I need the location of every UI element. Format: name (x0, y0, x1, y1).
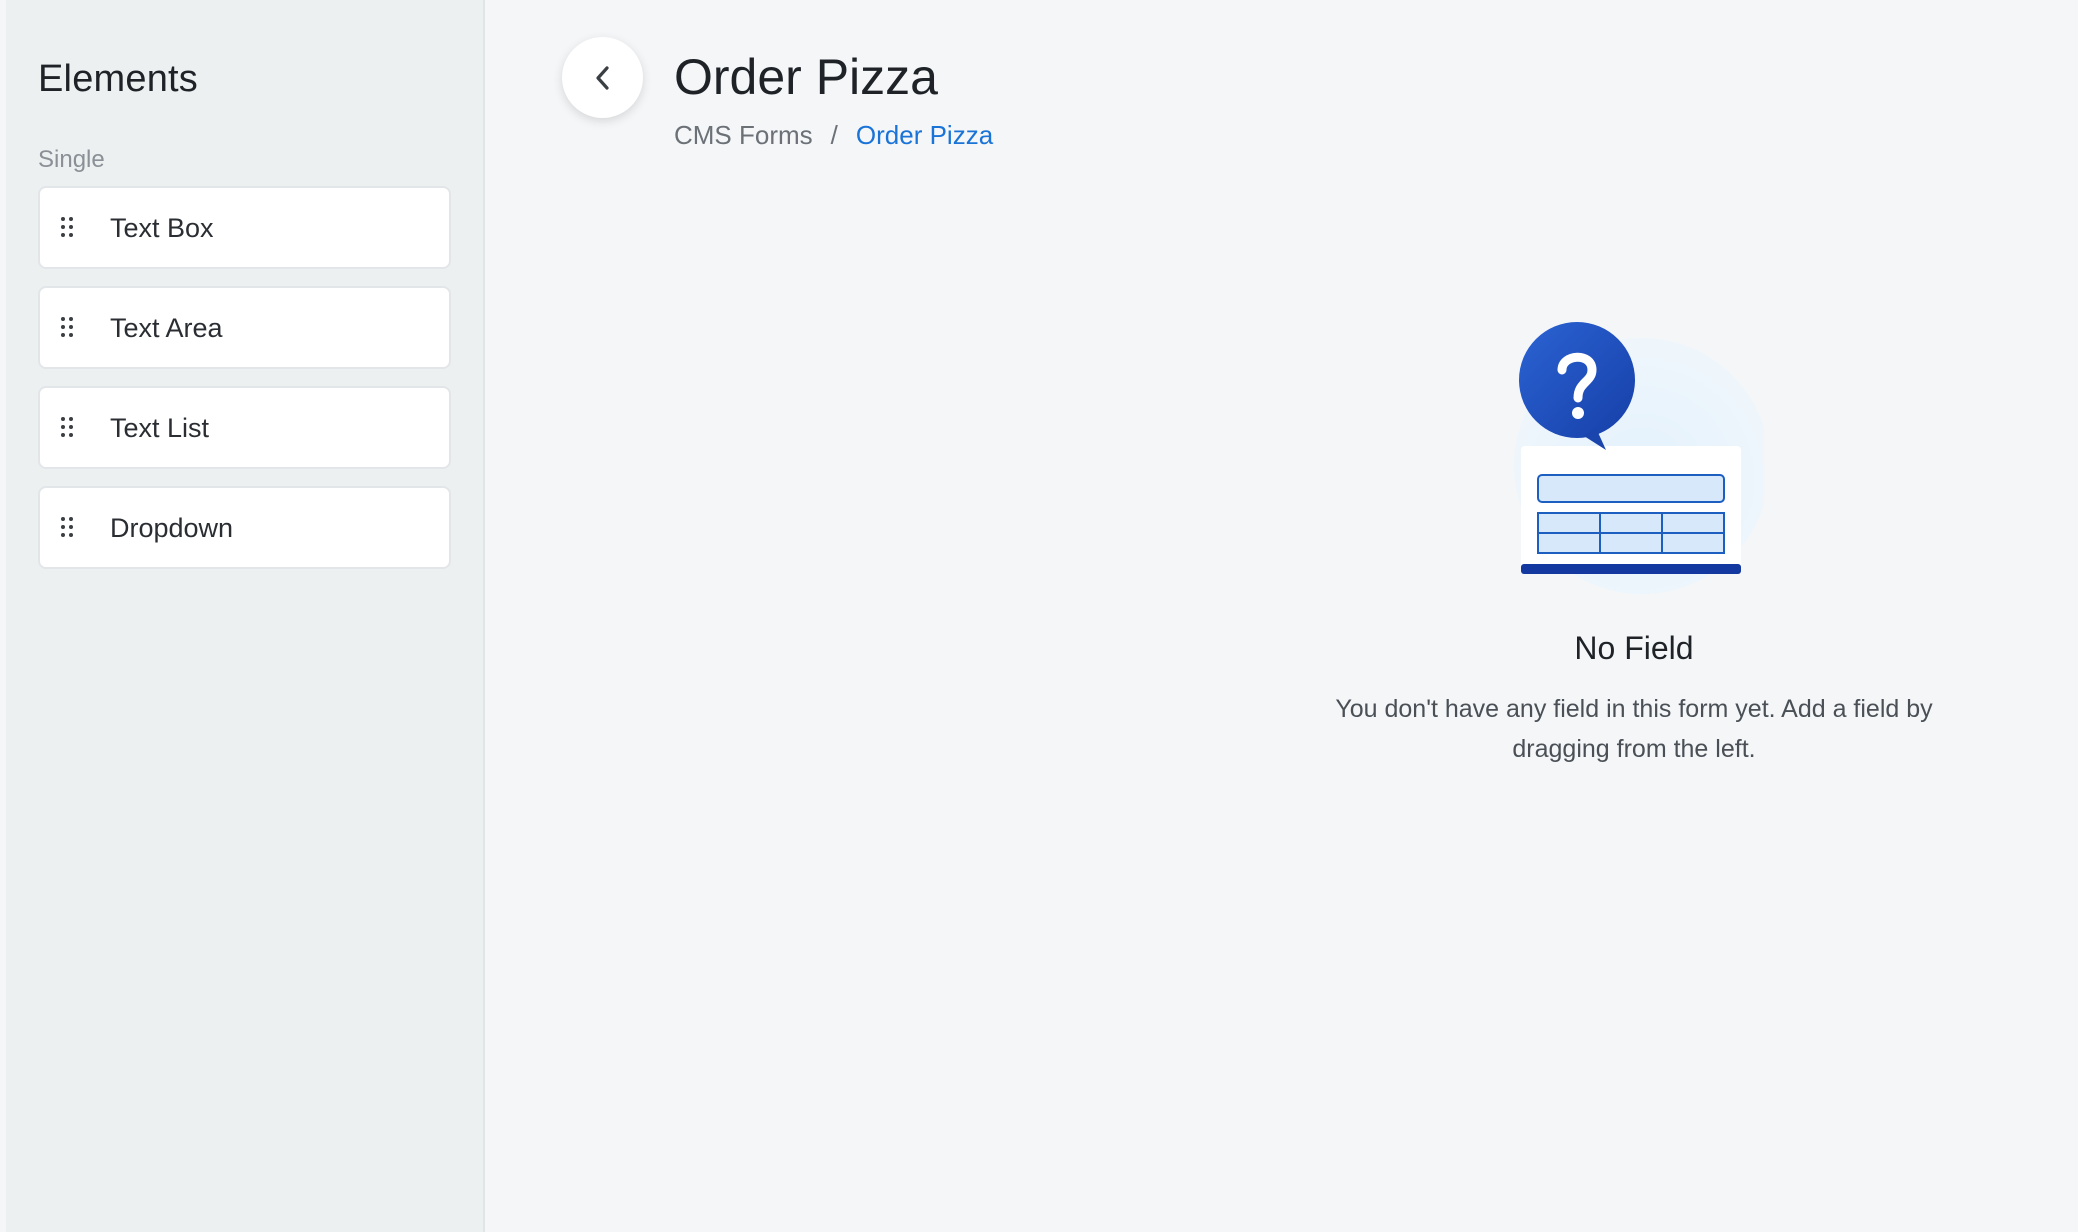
drag-handle-icon[interactable] (60, 516, 74, 538)
page-title: Order Pizza (674, 49, 938, 105)
element-list: Text Box Text Area Text List Dropdown (38, 186, 451, 586)
breadcrumb: CMS Forms / Order Pizza (674, 120, 993, 151)
element-label: Text Area (110, 313, 223, 343)
element-item-dropdown[interactable]: Dropdown (38, 486, 451, 569)
empty-state: No Field You don't have any field in thi… (1300, 320, 1968, 769)
element-item-text-area[interactable]: Text Area (38, 286, 451, 369)
drag-handle-icon[interactable] (60, 416, 74, 438)
element-label: Dropdown (110, 513, 234, 543)
element-label: Text List (110, 413, 210, 443)
empty-state-description: You don't have any field in this form ye… (1335, 695, 1933, 763)
drag-handle-icon[interactable] (60, 316, 74, 338)
sidebar-title: Elements (38, 58, 199, 100)
main-content: Order Pizza CMS Forms / Order Pizza No F… (487, 0, 2078, 1232)
breadcrumb-current[interactable]: Order Pizza (856, 120, 993, 151)
section-label-single: Single (38, 146, 105, 173)
element-item-text-box[interactable]: Text Box (38, 186, 451, 269)
chevron-left-icon (595, 65, 609, 90)
breadcrumb-cms-forms[interactable]: CMS Forms (674, 120, 813, 151)
app-window: Elements Single Text Box Text Area Text … (0, 0, 2078, 1232)
empty-state-title: No Field (1574, 630, 1694, 666)
back-button[interactable] (562, 37, 643, 118)
elements-sidebar: Elements Single Text Box Text Area Text … (6, 0, 485, 1232)
element-label: Text Box (110, 213, 214, 243)
question-form-illustration (1504, 320, 1770, 595)
breadcrumb-separator: / (830, 120, 838, 150)
element-item-text-list[interactable]: Text List (38, 386, 451, 469)
drag-handle-icon[interactable] (60, 216, 74, 238)
